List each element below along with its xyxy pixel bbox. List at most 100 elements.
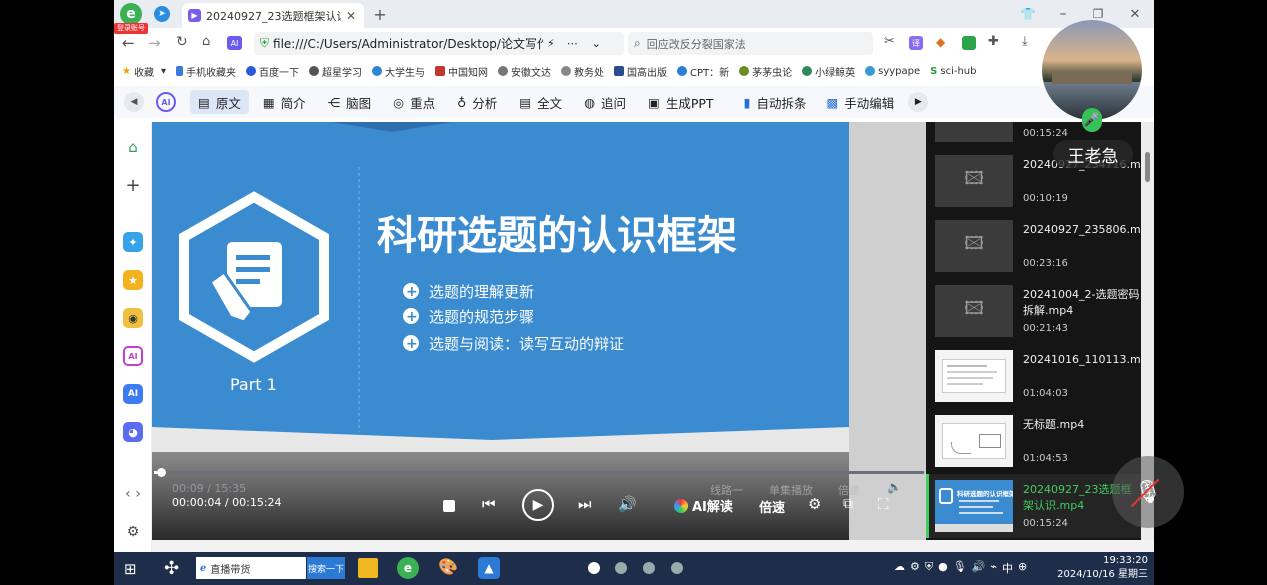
settings-gear-icon[interactable]: ⚙	[123, 522, 143, 542]
fullscreen-icon[interactable]: ⛶	[878, 495, 889, 513]
ai-assistant-icon[interactable]: AI	[227, 36, 242, 50]
forward-icon[interactable]: →	[148, 34, 161, 52]
tray-app-icon[interactable]: ☁	[894, 560, 905, 576]
bookmark-item[interactable]: ★ 收藏 ▾	[122, 64, 166, 79]
bookmark-item[interactable]: 中国知网	[435, 64, 488, 79]
bookmark-item[interactable]: Ssci-hub	[930, 66, 976, 77]
toolbar-tab-analysis[interactable]: ♁ 分析	[449, 90, 505, 114]
back-icon[interactable]: ←	[122, 34, 135, 52]
next-icon[interactable]: ⏭	[578, 495, 592, 513]
collapse-arrows-icon[interactable]: ‹ ›	[120, 484, 146, 504]
app-icon[interactable]: ✦	[123, 232, 143, 252]
toolbar-tab-fulltext[interactable]: ▤ 全文	[511, 90, 570, 114]
horizontal-scrollbar[interactable]	[152, 540, 1154, 552]
browser-taskbar-icon[interactable]: e	[397, 557, 419, 579]
tray-speaker-icon[interactable]: 🔊	[972, 560, 986, 576]
bookmark-item[interactable]: 国高出版	[614, 64, 667, 79]
bookmark-item[interactable]: 教务处	[561, 64, 604, 79]
toolbar-tab-autosplit[interactable]: ▮ 自动拆条	[736, 90, 815, 114]
stop-icon[interactable]	[443, 500, 455, 512]
robot-icon[interactable]: ◕	[123, 422, 143, 442]
search-input[interactable]: ⌕ 回应改反分裂国家法	[628, 32, 873, 55]
login-account-badge[interactable]: 登录账号	[114, 23, 148, 34]
tray-ime-icon[interactable]: ⊕	[1018, 560, 1027, 576]
add-icon[interactable]: +	[123, 175, 143, 196]
page-dot[interactable]	[643, 562, 655, 574]
page-dot[interactable]	[615, 562, 627, 574]
bookmark-item[interactable]: 超星学习	[309, 64, 362, 79]
ai-tool-icon[interactable]: AI	[123, 384, 143, 404]
page-dot-active[interactable]	[588, 562, 600, 574]
playlist-item[interactable]: 无标题.mp4 01:04:53	[935, 415, 1140, 473]
tray-mic-icon[interactable]: 🎙	[953, 560, 967, 576]
bookmark-item[interactable]: CPT：新	[677, 64, 729, 79]
tray-color-icon[interactable]: ●	[938, 560, 948, 576]
bookmark-item[interactable]: 手机收藏夹	[176, 64, 236, 79]
progress-track[interactable]	[154, 471, 924, 474]
tab-close-icon[interactable]: ✕	[346, 9, 356, 23]
chevron-down-icon[interactable]: ⌄	[592, 37, 601, 50]
scissors-icon[interactable]: ✂	[884, 34, 895, 49]
more-dots-icon[interactable]: ⋯	[567, 37, 578, 50]
bookmark-item[interactable]: syypape	[865, 66, 920, 77]
play-icon[interactable]: ▶	[522, 489, 554, 521]
browser-logo-icon[interactable]: e	[120, 3, 142, 25]
scroll-left-icon[interactable]: ◀	[124, 92, 144, 112]
paint-icon[interactable]: 🎨	[438, 557, 458, 576]
extensions-puzzle-icon[interactable]: ✚	[988, 34, 999, 49]
ai-interpret-button[interactable]: AI解读	[674, 496, 733, 515]
translate-icon[interactable]: 译	[909, 36, 923, 50]
volume-icon[interactable]: 🔊	[618, 495, 637, 513]
bookmark-item[interactable]: 大学生与	[372, 64, 425, 79]
tray-network-icon[interactable]: ⌁	[990, 560, 997, 576]
home-icon[interactable]: ⌂	[202, 34, 210, 49]
playlist-item-active[interactable]: 科研选题的认识框架 20240927_23选题框架认识.mp4 00:15:24	[926, 474, 1141, 538]
taskbar-search-button[interactable]: 搜索一下	[307, 557, 345, 579]
video-app-icon[interactable]: ▲	[478, 557, 500, 579]
scroll-right-icon[interactable]: ▶	[908, 92, 929, 112]
download-icon[interactable]: ⤓	[1022, 34, 1028, 49]
picture-in-picture-icon[interactable]: ⧉	[843, 496, 853, 512]
pinwheel-icon[interactable]: ✣	[164, 558, 179, 579]
green-extension-icon[interactable]	[962, 36, 976, 50]
file-explorer-icon[interactable]	[358, 558, 378, 578]
progress-knob[interactable]	[157, 468, 167, 477]
clock[interactable]: 19:33:20 2024/10/16 星期三	[1056, 554, 1148, 582]
toolbar-tab-original[interactable]: ▤ 原文	[190, 90, 249, 114]
toolbar-tab-keypoints[interactable]: ◎ 重点	[385, 90, 443, 114]
tray-gear-icon[interactable]: ⚙	[910, 560, 920, 576]
tab-active[interactable]: ▶ 20240927_23选题框架认识.m ✕	[182, 3, 364, 28]
url-bar[interactable]: ⛨ file:///C:/Users/Administrator/Desktop…	[254, 32, 624, 55]
ime-indicator[interactable]: 中	[1002, 560, 1013, 576]
windows-start-icon[interactable]: ⊞	[124, 560, 137, 578]
taskbar-search-input[interactable]: ℯ 直播带货	[196, 557, 306, 579]
home-icon[interactable]: ⌂	[123, 137, 143, 157]
page-dot[interactable]	[671, 562, 683, 574]
playlist-item[interactable]: 🖾 20241004_2-选题密码拆解.mp4 00:21:43	[935, 285, 1140, 343]
playlist-item[interactable]: 20241016_110113.mp4 01:04:03	[935, 350, 1141, 408]
ai-chat-icon[interactable]: AI	[123, 346, 143, 366]
toolbar-tab-mindmap[interactable]: ⋲ 脑图	[320, 90, 380, 114]
tray-shield-icon[interactable]: ⛨	[925, 560, 933, 576]
scrollbar-thumb[interactable]	[1145, 152, 1150, 182]
video-player[interactable]: Part 1 科研选题的认识框架 + 选题的理解更新 + 选题的规范步骤 + 选…	[152, 122, 926, 540]
playlist-item[interactable]: 🖾 20240927_235806.mp4 00:23:16	[935, 220, 1141, 278]
toolbar-tab-followup[interactable]: ◍ 追问	[576, 90, 634, 114]
bot-icon[interactable]: ◉	[123, 308, 143, 328]
previous-icon[interactable]: ⏮	[482, 495, 496, 513]
lightning-icon[interactable]: ⚡	[547, 37, 555, 50]
new-tab-icon[interactable]: +	[370, 4, 390, 24]
settings-icon[interactable]: ⚙	[808, 495, 821, 513]
speed-button[interactable]: 倍速	[759, 497, 785, 516]
window-close-icon[interactable]: ✕	[1126, 5, 1144, 23]
bookmark-item[interactable]: 安徽文达	[498, 64, 551, 79]
bookmark-item[interactable]: 百度一下	[246, 64, 299, 79]
fox-extension-icon[interactable]: ◆	[936, 35, 945, 49]
send-icon[interactable]: ➤	[154, 6, 170, 22]
minimize-icon[interactable]: –	[1054, 5, 1072, 23]
toolbar-tab-summary[interactable]: ▦ 简介	[255, 90, 314, 114]
microphone-muted-icon[interactable]: 🎙	[1112, 456, 1184, 528]
toolbar-tab-ppt[interactable]: ▣ 生成PPT	[640, 90, 722, 114]
microphone-on-icon[interactable]: 🎤	[1082, 108, 1102, 132]
reload-icon[interactable]: ↻	[176, 34, 188, 50]
